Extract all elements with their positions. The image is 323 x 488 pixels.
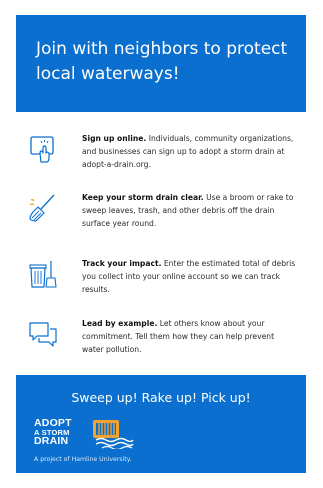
step-text: Track your impact. Enter the estimated t… (82, 257, 298, 296)
adopt-a-storm-drain-logo: ADOPT A STORM DRAIN (34, 417, 72, 447)
header-banner: Join with neighbors to protect local wat… (16, 15, 306, 112)
hand-tap-icon (30, 136, 54, 163)
footer-banner: Sweep up! Rake up! Pick up! ADOPT A STOR… (16, 375, 306, 473)
project-credit: A project of Hamline University. (34, 456, 132, 463)
storm-drain-grate-icon (93, 420, 134, 449)
step-title: Keep your storm drain clear. (82, 193, 204, 202)
headline: Join with neighbors to protect local wat… (36, 39, 288, 84)
tagline: Sweep up! Rake up! Pick up! (71, 390, 251, 405)
step-title: Lead by example. (82, 319, 158, 328)
step-text: Keep your storm drain clear. Use a broom… (82, 191, 298, 230)
step-text: Sign up online. Individuals, community o… (82, 132, 298, 171)
broom-icon (29, 194, 55, 222)
step-title: Track your impact. (82, 259, 162, 268)
step-text: Lead by example. Let others know about y… (82, 317, 298, 356)
trash-can-broom-icon (29, 261, 57, 288)
flyer-card: Join with neighbors to protect local wat… (16, 15, 306, 473)
step-title: Sign up online. (82, 134, 147, 143)
chat-bubbles-icon (29, 322, 57, 347)
